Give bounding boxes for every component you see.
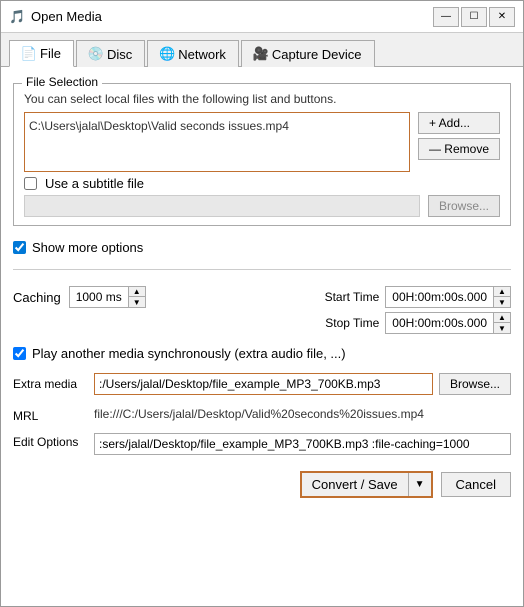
extra-media-row: Extra media Browse... <box>13 373 511 395</box>
file-item: C:\Users\jalal\Desktop\Valid seconds iss… <box>29 117 405 135</box>
stop-time-value: 00H:00m:00s.000 <box>386 314 493 332</box>
tab-file-label: File <box>40 46 61 61</box>
tab-file[interactable]: 📄 File <box>9 40 74 67</box>
caching-arrows: ▲ ▼ <box>128 287 145 307</box>
file-list-box[interactable]: C:\Users\jalal\Desktop\Valid seconds iss… <box>24 112 410 172</box>
convert-save-dropdown-arrow[interactable]: ▼ <box>409 475 431 494</box>
caching-label: Caching <box>13 290 61 305</box>
group-title: File Selection <box>22 75 102 89</box>
caching-col: Caching 1000 ms ▲ ▼ <box>13 286 146 308</box>
remove-button[interactable]: — Remove <box>418 138 500 160</box>
title-bar: 🎵 Open Media — ☐ ✕ <box>1 1 523 33</box>
play-sync-label[interactable]: Play another media synchronously (extra … <box>32 346 346 361</box>
disc-icon: 💿 <box>89 47 103 61</box>
start-time-item: Start Time 00H:00m:00s.000 ▲ ▼ <box>314 286 511 308</box>
maximize-button[interactable]: ☐ <box>461 7 487 27</box>
show-more-label[interactable]: Show more options <box>32 240 143 255</box>
stop-time-arrows: ▲ ▼ <box>493 313 510 333</box>
tab-disc-label: Disc <box>107 47 132 62</box>
show-more-row: Show more options <box>13 240 511 255</box>
file-selection-group: File Selection You can select local file… <box>13 83 511 226</box>
stop-time-up[interactable]: ▲ <box>494 313 510 323</box>
minimize-button[interactable]: — <box>433 7 459 27</box>
mrl-label: MRL <box>13 407 88 423</box>
play-sync-checkbox[interactable] <box>13 347 26 360</box>
caching-value: 1000 ms <box>70 288 128 306</box>
add-remove-buttons: + Add... — Remove <box>418 112 500 160</box>
caching-up-arrow[interactable]: ▲ <box>129 287 145 297</box>
tab-capture[interactable]: 🎥 Capture Device <box>241 40 375 67</box>
edit-options-label: Edit Options <box>13 433 88 449</box>
mrl-value: file:///C:/Users/jalal/Desktop/Valid%20s… <box>94 407 511 421</box>
start-time-input[interactable]: 00H:00m:00s.000 ▲ ▼ <box>385 286 511 308</box>
start-time-arrows: ▲ ▼ <box>493 287 510 307</box>
open-media-window: 🎵 Open Media — ☐ ✕ 📄 File 💿 Disc 🌐 Netwo… <box>0 0 524 607</box>
vlc-icon: 🎵 <box>9 9 25 25</box>
convert-save-label[interactable]: Convert / Save <box>302 473 409 496</box>
main-content: File Selection You can select local file… <box>1 67 523 606</box>
caching-time-area: Caching 1000 ms ▲ ▼ Start Time 00H:00m:0… <box>13 286 511 334</box>
edit-options-input[interactable] <box>94 433 511 455</box>
tab-bar: 📄 File 💿 Disc 🌐 Network 🎥 Capture Device <box>1 33 523 67</box>
bottom-buttons: Convert / Save ▼ Cancel <box>13 471 511 502</box>
caching-down-arrow[interactable]: ▼ <box>129 297 145 307</box>
time-row: Start Time 00H:00m:00s.000 ▲ ▼ Stop Time… <box>314 286 511 334</box>
show-more-checkbox[interactable] <box>13 241 26 254</box>
tab-disc[interactable]: 💿 Disc <box>76 40 145 67</box>
stop-time-item: Stop Time 00H:00m:00s.000 ▲ ▼ <box>314 312 511 334</box>
mrl-row: MRL file:///C:/Users/jalal/Desktop/Valid… <box>13 407 511 423</box>
tab-capture-label: Capture Device <box>272 47 362 62</box>
file-icon: 📄 <box>22 47 36 61</box>
caching-spinner[interactable]: 1000 ms ▲ ▼ <box>69 286 146 308</box>
stop-time-down[interactable]: ▼ <box>494 323 510 333</box>
start-time-up[interactable]: ▲ <box>494 287 510 297</box>
network-icon: 🌐 <box>160 47 174 61</box>
extra-media-browse-button[interactable]: Browse... <box>439 373 511 395</box>
file-selection-desc: You can select local files with the foll… <box>24 92 500 106</box>
start-time-down[interactable]: ▼ <box>494 297 510 307</box>
play-sync-row: Play another media synchronously (extra … <box>13 346 511 361</box>
capture-icon: 🎥 <box>254 47 268 61</box>
subtitle-checkbox[interactable] <box>24 177 37 190</box>
cancel-button[interactable]: Cancel <box>441 472 511 497</box>
edit-options-row: Edit Options <box>13 433 511 455</box>
add-button[interactable]: + Add... <box>418 112 500 134</box>
close-button[interactable]: ✕ <box>489 7 515 27</box>
start-time-value: 00H:00m:00s.000 <box>386 288 493 306</box>
tab-network[interactable]: 🌐 Network <box>147 40 239 67</box>
convert-save-button[interactable]: Convert / Save ▼ <box>300 471 433 498</box>
window-title: Open Media <box>31 9 433 24</box>
subtitle-input-row: Browse... <box>24 195 500 217</box>
file-area: C:\Users\jalal\Desktop\Valid seconds iss… <box>24 112 500 172</box>
subtitle-row: Use a subtitle file <box>24 176 500 191</box>
file-item-empty <box>29 135 405 153</box>
stop-time-input[interactable]: 00H:00m:00s.000 ▲ ▼ <box>385 312 511 334</box>
tab-network-label: Network <box>178 47 226 62</box>
subtitle-browse-button[interactable]: Browse... <box>428 195 500 217</box>
subtitle-input[interactable] <box>24 195 420 217</box>
extra-media-label: Extra media <box>13 377 88 391</box>
divider <box>13 269 511 270</box>
stop-time-label: Stop Time <box>314 316 379 330</box>
window-controls: — ☐ ✕ <box>433 7 515 27</box>
subtitle-label[interactable]: Use a subtitle file <box>45 176 144 191</box>
start-time-label: Start Time <box>314 290 379 304</box>
extra-media-input[interactable] <box>94 373 433 395</box>
